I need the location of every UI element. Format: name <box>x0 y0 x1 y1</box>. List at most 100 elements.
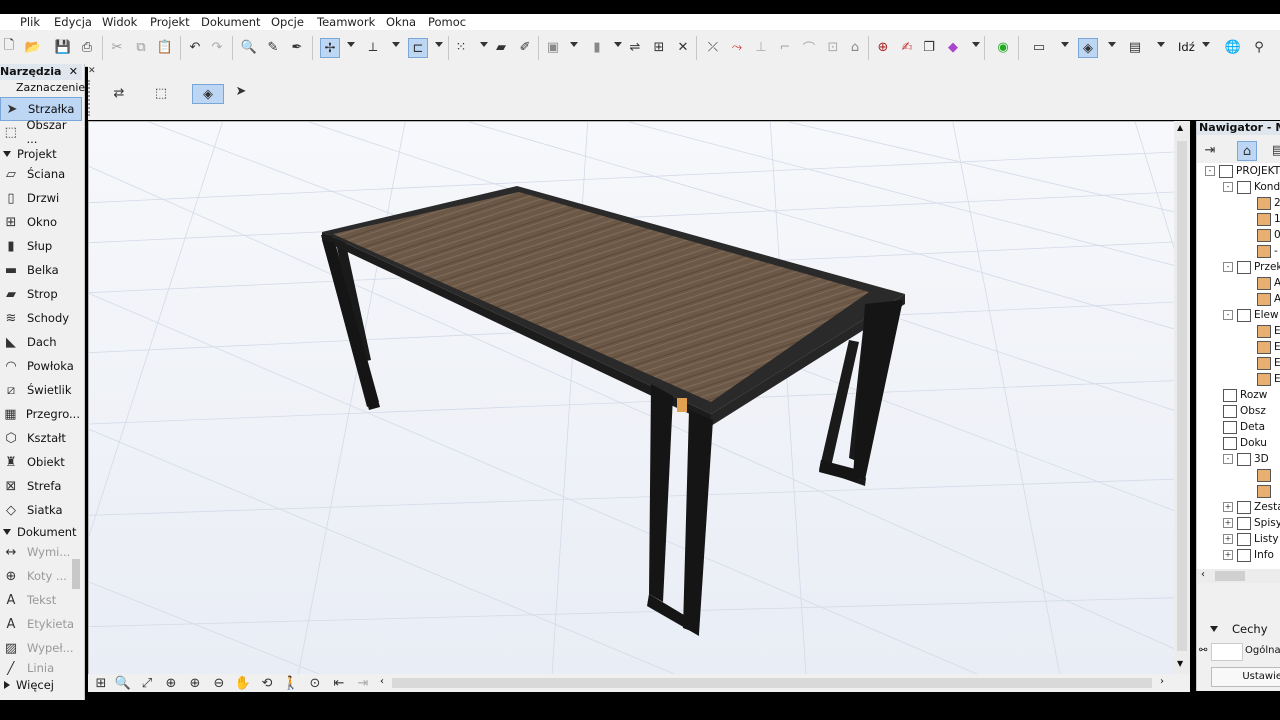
align-icon[interactable]: ⇌ <box>626 38 644 56</box>
tree-node[interactable]: Deta <box>1223 419 1265 435</box>
project-map-icon[interactable]: ⇥ <box>1201 141 1219 159</box>
collapse-icon[interactable]: - <box>1205 166 1215 176</box>
menu-file[interactable]: Plik <box>20 14 40 30</box>
globe-icon[interactable]: 🌐 <box>1224 38 1242 56</box>
fillet-icon[interactable]: ⌐ <box>776 38 794 56</box>
undo-icon[interactable]: ↶ <box>186 38 204 56</box>
close-icon[interactable]: ✕ <box>674 38 692 56</box>
tree-node[interactable]: 1 <box>1257 211 1280 227</box>
tool-beam[interactable]: ▬ Belka <box>0 259 80 281</box>
tool-stair[interactable]: ≋ Schody <box>0 307 80 329</box>
layout-icon[interactable]: ⊞ <box>92 674 110 692</box>
goto-label[interactable]: Idź <box>1178 40 1195 54</box>
tree-node[interactable]: - PROJEKT <box>1205 163 1280 179</box>
zoom-area-icon[interactable]: 🔍 <box>114 674 132 692</box>
zoom-forward-icon[interactable]: ⇥ <box>354 674 372 692</box>
chevron-down-icon[interactable] <box>1157 42 1165 47</box>
viewport-vertical-scrollbar[interactable]: ▲ ▼ <box>1174 121 1190 674</box>
trim-icon[interactable]: ⤫ <box>704 38 722 56</box>
project-group-header[interactable]: Projekt <box>0 146 80 162</box>
cut-icon[interactable]: ✂ <box>108 38 126 56</box>
expand-icon[interactable]: + <box>1223 502 1233 512</box>
orbit-icon[interactable]: ⟲ <box>258 674 276 692</box>
tool-skylight[interactable]: ⧄ Świetlik <box>0 379 80 401</box>
fit-window-icon[interactable]: ⤢ <box>138 674 156 692</box>
tool-fill[interactable]: ▨ Wypeł... <box>0 637 80 659</box>
chevron-down-icon[interactable] <box>1061 42 1069 47</box>
tree-node[interactable]: E <box>1257 371 1280 387</box>
layer-icon[interactable]: ▰ <box>492 38 510 56</box>
snap-guides-icon[interactable]: ⟂ <box>364 38 382 56</box>
menu-windows[interactable]: Okna <box>386 14 416 30</box>
menu-help[interactable]: Pomoc <box>428 14 466 30</box>
tree-node[interactable]: + Listy <box>1223 531 1279 547</box>
tree-node[interactable]: + Info <box>1223 547 1274 563</box>
new-file-icon[interactable]: 🗋 <box>0 38 18 56</box>
tree-node[interactable]: 2 <box>1257 195 1280 211</box>
collapse-icon[interactable]: - <box>1223 454 1233 464</box>
3d-viewport[interactable] <box>88 121 1176 676</box>
tool-column[interactable]: ▮ Słup <box>0 235 80 257</box>
print-icon[interactable]: ⎙ <box>78 38 96 56</box>
tree-node[interactable] <box>1257 467 1274 483</box>
menu-view[interactable]: Widok <box>102 14 137 30</box>
tree-node[interactable]: A <box>1257 291 1280 307</box>
tool-slab[interactable]: ▰ Strop <box>0 283 80 305</box>
layout-book-icon[interactable]: ▤ <box>1269 141 1280 159</box>
collapse-icon[interactable]: - <box>1223 310 1233 320</box>
menu-document[interactable]: Dokument <box>201 14 261 30</box>
close-icon[interactable]: ✕ <box>69 64 78 80</box>
chevron-down-icon[interactable] <box>1108 42 1116 47</box>
lock-icon[interactable]: ▮ <box>588 38 606 56</box>
inject-icon[interactable]: ✒ <box>288 38 306 56</box>
zoom-back-icon[interactable]: ⇤ <box>330 674 348 692</box>
grid-snap-icon[interactable]: ⁙ <box>452 38 470 56</box>
chevron-down-icon[interactable] <box>972 42 980 47</box>
chevron-down-icon[interactable] <box>614 42 622 47</box>
tree-node[interactable]: - 3D <box>1223 451 1269 467</box>
floor-plan-icon[interactable]: ▭ <box>1030 38 1048 56</box>
tree-node[interactable] <box>1257 483 1274 499</box>
zoom-out-icon[interactable]: ⊖ <box>210 674 228 692</box>
tool-morph[interactable]: ⬡ Kształt <box>0 427 80 449</box>
document-group-header[interactable]: Dokument <box>0 524 80 540</box>
save-icon[interactable]: 💾 <box>54 38 72 56</box>
teamwork-icon[interactable]: ◉ <box>994 38 1012 56</box>
tool-mesh[interactable]: ◇ Siatka <box>0 499 80 521</box>
3d-projection-icon[interactable]: ⇄ <box>110 84 128 102</box>
arrow-pointer-icon[interactable]: ➤ <box>232 82 250 100</box>
tree-node[interactable]: E <box>1257 355 1280 371</box>
tool-label[interactable]: A Etykieta <box>0 613 80 635</box>
layout-icon[interactable]: ▤ <box>1126 38 1144 56</box>
menu-project[interactable]: Projekt <box>150 14 190 30</box>
person-icon[interactable]: ⚲ <box>1250 38 1268 56</box>
brush-icon[interactable]: ✍ <box>898 38 916 56</box>
tool-wall[interactable]: ▱ Ściana <box>0 163 80 185</box>
distribute-icon[interactable]: ⊞ <box>650 38 668 56</box>
tool-window[interactable]: ⊞ Okno <box>0 211 80 233</box>
chevron-down-icon[interactable] <box>1202 42 1210 47</box>
view-map-icon[interactable]: ⌂ <box>1237 141 1257 161</box>
gravity-icon[interactable]: ⊏ <box>408 38 428 58</box>
tool-object[interactable]: ♜ Obiekt <box>0 451 80 473</box>
scroll-left-icon[interactable]: ‹ <box>380 676 384 687</box>
chevron-down-icon[interactable] <box>570 42 578 47</box>
more-tools[interactable]: Więcej <box>0 677 80 693</box>
tree-node[interactable]: E <box>1257 323 1280 339</box>
resize-icon[interactable]: ⊡ <box>824 38 842 56</box>
menu-teamwork[interactable]: Teamwork <box>317 14 375 30</box>
zoom-previous-icon[interactable]: ⊙ <box>306 674 324 692</box>
pick-up-icon[interactable]: ✎ <box>264 38 282 56</box>
menu-options[interactable]: Opcje <box>271 14 304 30</box>
pan-icon[interactable]: ✋ <box>234 674 252 692</box>
expand-icon[interactable]: + <box>1223 550 1233 560</box>
guide-lines-icon[interactable]: ✢ <box>320 38 340 58</box>
tool-shell[interactable]: ◠ Powłoka <box>0 355 80 377</box>
house-icon[interactable]: ⌂ <box>846 38 864 56</box>
scroll-right-icon[interactable]: › <box>1160 676 1164 687</box>
scroll-thumb[interactable] <box>1177 141 1187 651</box>
copy-icon[interactable]: ⧉ <box>132 38 150 56</box>
tree-node[interactable]: 0 <box>1257 227 1280 243</box>
chevron-down-icon[interactable] <box>392 42 400 47</box>
tree-node[interactable]: - Elew <box>1223 307 1279 323</box>
